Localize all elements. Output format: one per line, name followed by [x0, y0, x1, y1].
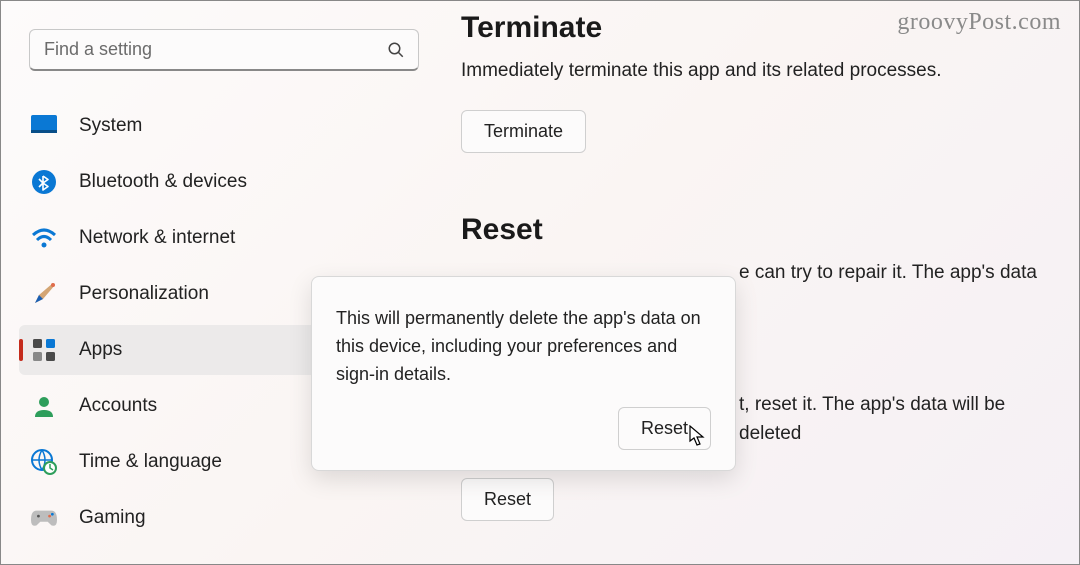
paintbrush-icon [31, 281, 57, 307]
bluetooth-icon [31, 169, 57, 195]
reset-description-fragment: t, reset it. The app's data will be dele… [739, 391, 1069, 448]
globe-clock-icon [31, 449, 57, 475]
sidebar-item-label: Apps [79, 339, 122, 361]
sidebar-item-label: Accounts [79, 395, 157, 417]
sidebar-item-label: Gaming [79, 507, 146, 529]
sidebar-item-bluetooth[interactable]: Bluetooth & devices [19, 157, 319, 207]
gamepad-icon [31, 505, 57, 531]
terminate-button[interactable]: Terminate [461, 110, 586, 153]
sidebar-item-label: System [79, 115, 142, 137]
system-icon [31, 113, 57, 139]
repair-description-fragment: e can try to repair it. The app's data [739, 259, 1069, 288]
cursor-icon [689, 425, 707, 447]
reset-heading: Reset [461, 213, 1069, 247]
accounts-icon [31, 393, 57, 419]
sidebar-item-apps[interactable]: Apps [19, 325, 319, 375]
sidebar-item-personalization[interactable]: Personalization [19, 269, 319, 319]
sidebar-item-label: Bluetooth & devices [79, 171, 247, 193]
sidebar-item-label: Network & internet [79, 227, 235, 249]
terminate-description: Immediately terminate this app and its r… [461, 57, 1069, 86]
sidebar-item-accounts[interactable]: Accounts [19, 381, 319, 431]
sidebar-item-network[interactable]: Network & internet [19, 213, 319, 263]
popup-message: This will permanently delete the app's d… [336, 305, 711, 389]
reset-confirm-popup: This will permanently delete the app's d… [311, 276, 736, 471]
terminate-heading: Terminate [461, 11, 1069, 45]
wifi-icon [31, 225, 57, 251]
sidebar-item-gaming[interactable]: Gaming [19, 493, 319, 543]
terminate-section: Terminate Immediately terminate this app… [461, 11, 1069, 153]
search-input[interactable] [29, 29, 419, 71]
sidebar-item-label: Time & language [79, 451, 222, 473]
sidebar: System Bluetooth & devices Network & int… [19, 101, 319, 549]
apps-icon [31, 337, 57, 363]
sidebar-item-system[interactable]: System [19, 101, 319, 151]
sidebar-item-label: Personalization [79, 283, 209, 305]
reset-button[interactable]: Reset [461, 478, 554, 521]
sidebar-item-time-language[interactable]: Time & language [19, 437, 319, 487]
search-container [29, 29, 419, 71]
